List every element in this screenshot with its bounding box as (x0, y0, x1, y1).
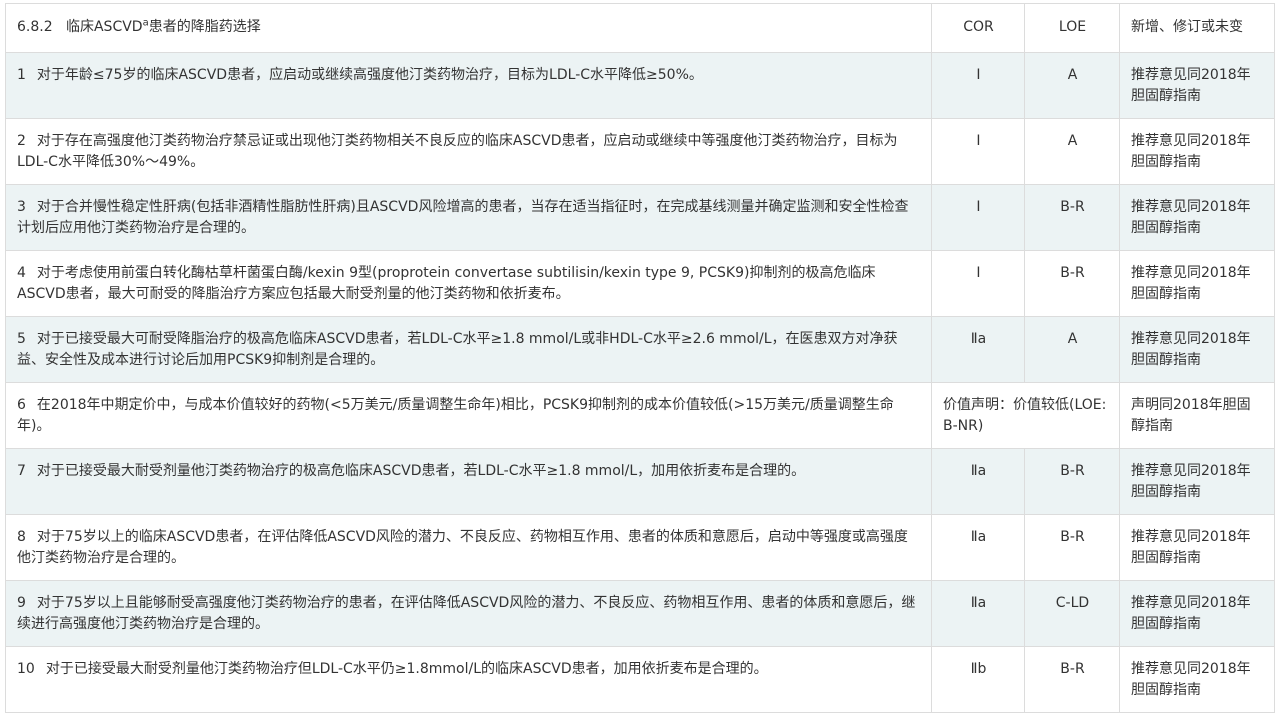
table-row: 6 在2018年中期定价中，与成本价值较好的药物(<5万美元/质量调整生命年)相比… (5, 382, 1275, 449)
section-number: 6.8.2 (17, 19, 53, 35)
row-number: 6 (17, 397, 26, 413)
recommendation-cell: 5 对于已接受最大可耐受降脂治疗的极高危临床ASCVD患者，若LDL-C水平≥1.… (5, 316, 932, 383)
cor-cell: Ⅱb (931, 646, 1025, 713)
guideline-table: 6.8.2 临床ASCVDa患者的降脂药选择 COR LOE 新增、修订或未变 … (5, 3, 1275, 713)
recommendation-cell: 1 对于年龄≤75岁的临床ASCVD患者，应启动或继续高强度他汀类药物治疗，目标为… (5, 52, 932, 119)
row-number: 8 (17, 529, 26, 545)
cor-cell: Ⅰ (931, 184, 1025, 251)
recommendation-text: 对于年龄≤75岁的临床ASCVD患者，应启动或继续高强度他汀类药物治疗，目标为L… (36, 67, 703, 83)
cor-cell: Ⅱa (931, 448, 1025, 515)
status-cell: 推荐意见同2018年胆固醇指南 (1119, 448, 1275, 515)
status-cell: 推荐意见同2018年胆固醇指南 (1119, 646, 1275, 713)
loe-cell: A (1024, 52, 1120, 119)
recommendation-cell: 3 对于合并慢性稳定性肝病(包括非酒精性脂肪性肝病)且ASCVD风险增高的患者，当… (5, 184, 932, 251)
recommendation-text: 对于存在高强度他汀类药物治疗禁忌证或出现他汀类药物相关不良反应的临床ASCVD患… (17, 133, 898, 170)
table-row: 8 对于75岁以上的临床ASCVD患者，在评估降低ASCVD风险的潜力、不良反应、… (5, 514, 1275, 581)
row-number: 4 (17, 265, 26, 281)
column-header-cor: COR (931, 3, 1025, 53)
recommendation-text: 对于75岁以上的临床ASCVD患者，在评估降低ASCVD风险的潜力、不良反应、药… (17, 529, 908, 566)
cor-cell: Ⅰ (931, 52, 1025, 119)
recommendation-text: 对于已接受最大可耐受降脂治疗的极高危临床ASCVD患者，若LDL-C水平≥1.8… (17, 331, 898, 368)
loe-cell: A (1024, 118, 1120, 185)
loe-cell: B-R (1024, 514, 1120, 581)
status-cell: 推荐意见同2018年胆固醇指南 (1119, 250, 1275, 317)
recommendation-text: 在2018年中期定价中，与成本价值较好的药物(<5万美元/质量调整生命年)相比，… (17, 397, 894, 434)
recommendation-text: 对于75岁以上且能够耐受高强度他汀类药物治疗的患者，在评估降低ASCVD风险的潜… (17, 595, 916, 632)
table-row: 9 对于75岁以上且能够耐受高强度他汀类药物治疗的患者，在评估降低ASCVD风险的… (5, 580, 1275, 647)
cor-cell: Ⅱa (931, 316, 1025, 383)
status-cell: 推荐意见同2018年胆固醇指南 (1119, 580, 1275, 647)
guideline-table-container: 6.8.2 临床ASCVDa患者的降脂药选择 COR LOE 新增、修订或未变 … (5, 3, 1275, 713)
value-statement-cell: 价值声明：价值较低(LOE: B-NR) (931, 382, 1120, 449)
loe-cell: C-LD (1024, 580, 1120, 647)
table-row: 1 对于年龄≤75岁的临床ASCVD患者，应启动或继续高强度他汀类药物治疗，目标为… (5, 52, 1275, 119)
row-number: 10 (17, 661, 35, 677)
recommendation-cell: 7 对于已接受最大耐受剂量他汀类药物治疗的极高危临床ASCVD患者，若LDL-C水… (5, 448, 932, 515)
row-number: 5 (17, 331, 26, 347)
status-cell: 声明同2018年胆固醇指南 (1119, 382, 1275, 449)
status-cell: 推荐意见同2018年胆固醇指南 (1119, 316, 1275, 383)
status-cell: 推荐意见同2018年胆固醇指南 (1119, 52, 1275, 119)
recommendation-text: 对于考虑使用前蛋白转化酶枯草杆菌蛋白酶/kexin 9型(proprotein … (17, 265, 876, 302)
status-cell: 推荐意见同2018年胆固醇指南 (1119, 184, 1275, 251)
cor-cell: Ⅰ (931, 118, 1025, 185)
row-number: 3 (17, 199, 26, 215)
recommendation-cell: 4 对于考虑使用前蛋白转化酶枯草杆菌蛋白酶/kexin 9型(proprotein… (5, 250, 932, 317)
loe-cell: A (1024, 316, 1120, 383)
table-header-row: 6.8.2 临床ASCVDa患者的降脂药选择 COR LOE 新增、修订或未变 (5, 3, 1275, 53)
table-title: 临床ASCVD (65, 19, 143, 35)
recommendation-text: 对于合并慢性稳定性肝病(包括非酒精性脂肪性肝病)且ASCVD风险增高的患者，当存… (17, 199, 909, 236)
cor-cell: Ⅱa (931, 580, 1025, 647)
recommendation-cell: 2 对于存在高强度他汀类药物治疗禁忌证或出现他汀类药物相关不良反应的临床ASCVD… (5, 118, 932, 185)
table-row: 3 对于合并慢性稳定性肝病(包括非酒精性脂肪性肝病)且ASCVD风险增高的患者，当… (5, 184, 1275, 251)
recommendation-cell: 8 对于75岁以上的临床ASCVD患者，在评估降低ASCVD风险的潜力、不良反应、… (5, 514, 932, 581)
status-cell: 推荐意见同2018年胆固醇指南 (1119, 514, 1275, 581)
table-row: 4 对于考虑使用前蛋白转化酶枯草杆菌蛋白酶/kexin 9型(proprotein… (5, 250, 1275, 317)
table-row: 10 对于已接受最大耐受剂量他汀类药物治疗但LDL-C水平仍≥1.8mmol/L的… (5, 646, 1275, 713)
column-header-status: 新增、修订或未变 (1119, 3, 1275, 53)
loe-cell: B-R (1024, 250, 1120, 317)
recommendation-text: 对于已接受最大耐受剂量他汀类药物治疗的极高危临床ASCVD患者，若LDL-C水平… (36, 463, 806, 479)
table-row: 2 对于存在高强度他汀类药物治疗禁忌证或出现他汀类药物相关不良反应的临床ASCVD… (5, 118, 1275, 185)
recommendation-cell: 9 对于75岁以上且能够耐受高强度他汀类药物治疗的患者，在评估降低ASCVD风险的… (5, 580, 932, 647)
row-number: 1 (17, 67, 26, 83)
column-header-loe: LOE (1024, 3, 1120, 53)
recommendation-cell: 10 对于已接受最大耐受剂量他汀类药物治疗但LDL-C水平仍≥1.8mmol/L的… (5, 646, 932, 713)
table-title-suffix: 患者的降脂药选择 (148, 19, 261, 35)
status-cell: 推荐意见同2018年胆固醇指南 (1119, 118, 1275, 185)
recommendation-text: 对于已接受最大耐受剂量他汀类药物治疗但LDL-C水平仍≥1.8mmol/L的临床… (45, 661, 768, 677)
recommendation-cell: 6 在2018年中期定价中，与成本价值较好的药物(<5万美元/质量调整生命年)相比… (5, 382, 932, 449)
row-number: 7 (17, 463, 26, 479)
row-number: 2 (17, 133, 26, 149)
table-row: 5 对于已接受最大可耐受降脂治疗的极高危临床ASCVD患者，若LDL-C水平≥1.… (5, 316, 1275, 383)
loe-cell: B-R (1024, 448, 1120, 515)
table-row: 7 对于已接受最大耐受剂量他汀类药物治疗的极高危临床ASCVD患者，若LDL-C水… (5, 448, 1275, 515)
cor-cell: Ⅰ (931, 250, 1025, 317)
cor-cell: Ⅱa (931, 514, 1025, 581)
table-title-cell: 6.8.2 临床ASCVDa患者的降脂药选择 (5, 3, 932, 53)
row-number: 9 (17, 595, 26, 611)
loe-cell: B-R (1024, 646, 1120, 713)
loe-cell: B-R (1024, 184, 1120, 251)
